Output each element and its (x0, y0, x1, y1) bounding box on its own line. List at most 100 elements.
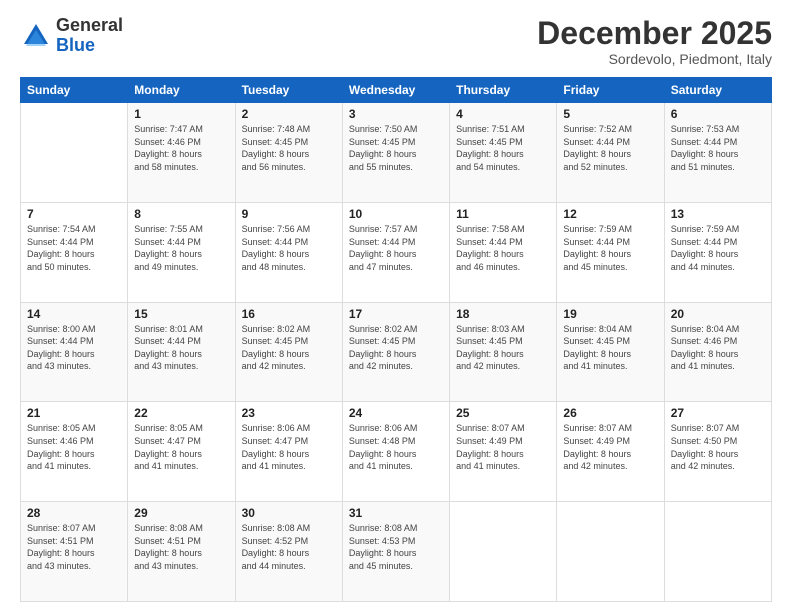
day-cell: 5 Sunrise: 7:52 AMSunset: 4:44 PMDaylight… (557, 103, 664, 203)
day-cell: 20Sunrise: 8:04 AMSunset: 4:46 PMDayligh… (664, 302, 771, 402)
day-cell (664, 502, 771, 602)
day-number: 12 (563, 207, 657, 221)
day-cell: 23Sunrise: 8:06 AMSunset: 4:47 PMDayligh… (235, 402, 342, 502)
calendar-header: Sunday Monday Tuesday Wednesday Thursday… (21, 78, 772, 103)
day-cell: 18 Sunrise: 8:03 AMSunset: 4:45 PMDayligh… (450, 302, 557, 402)
day-detail: Sunrise: 7:59 AMSunset: 4:44 PMDaylight:… (563, 223, 657, 273)
day-detail: Sunrise: 7:47 AMSunset: 4:46 PMDaylight:… (134, 123, 228, 173)
week-row-1: 1 Sunrise: 7:47 AMSunset: 4:46 PMDaylight… (21, 103, 772, 203)
day-detail: Sunrise: 7:53 AMSunset: 4:44 PMDaylight:… (671, 123, 765, 173)
day-cell: 7Sunrise: 7:54 AMSunset: 4:44 PMDaylight… (21, 202, 128, 302)
col-saturday: Saturday (664, 78, 771, 103)
day-detail: Sunrise: 8:01 AMSunset: 4:44 PMDaylight:… (134, 323, 228, 373)
col-sunday: Sunday (21, 78, 128, 103)
col-friday: Friday (557, 78, 664, 103)
logo-general-text: General (56, 16, 123, 36)
day-detail: Sunrise: 8:05 AMSunset: 4:47 PMDaylight:… (134, 422, 228, 472)
day-number: 14 (27, 307, 121, 321)
day-cell: 13 Sunrise: 7:59 AMSunset: 4:44 PMDayligh… (664, 202, 771, 302)
day-cell: 30Sunrise: 8:08 AMSunset: 4:52 PMDayligh… (235, 502, 342, 602)
day-detail: Sunrise: 8:06 AMSunset: 4:48 PMDaylight:… (349, 422, 443, 472)
logo-icon (20, 20, 52, 52)
day-detail: Sunrise: 8:00 AMSunset: 4:44 PMDaylight:… (27, 323, 121, 373)
day-detail: Sunrise: 8:07 AMSunset: 4:50 PMDaylight:… (671, 422, 765, 472)
day-number: 15 (134, 307, 228, 321)
day-detail: Sunrise: 8:04 AMSunset: 4:45 PMDaylight:… (563, 323, 657, 373)
day-number: 11 (456, 207, 550, 221)
day-number: 9 (242, 207, 336, 221)
day-cell: 22Sunrise: 8:05 AMSunset: 4:47 PMDayligh… (128, 402, 235, 502)
header-row: Sunday Monday Tuesday Wednesday Thursday… (21, 78, 772, 103)
day-detail: Sunrise: 8:05 AMSunset: 4:46 PMDaylight:… (27, 422, 121, 472)
day-cell: 8 Sunrise: 7:55 AMSunset: 4:44 PMDaylight… (128, 202, 235, 302)
day-cell: 27Sunrise: 8:07 AMSunset: 4:50 PMDayligh… (664, 402, 771, 502)
day-number: 31 (349, 506, 443, 520)
day-number: 3 (349, 107, 443, 121)
col-tuesday: Tuesday (235, 78, 342, 103)
day-cell: 28 Sunrise: 8:07 AMSunset: 4:51 PMDayligh… (21, 502, 128, 602)
day-number: 24 (349, 406, 443, 420)
day-cell: 21 Sunrise: 8:05 AMSunset: 4:46 PMDayligh… (21, 402, 128, 502)
day-detail: Sunrise: 8:02 AMSunset: 4:45 PMDaylight:… (242, 323, 336, 373)
day-number: 17 (349, 307, 443, 321)
day-detail: Sunrise: 8:03 AMSunset: 4:45 PMDaylight:… (456, 323, 550, 373)
day-detail: Sunrise: 8:07 AMSunset: 4:49 PMDaylight:… (456, 422, 550, 472)
day-detail: Sunrise: 7:57 AMSunset: 4:44 PMDaylight:… (349, 223, 443, 273)
week-row-5: 28 Sunrise: 8:07 AMSunset: 4:51 PMDayligh… (21, 502, 772, 602)
day-cell: 6 Sunrise: 7:53 AMSunset: 4:44 PMDaylight… (664, 103, 771, 203)
col-thursday: Thursday (450, 78, 557, 103)
day-detail: Sunrise: 8:08 AMSunset: 4:51 PMDaylight:… (134, 522, 228, 572)
day-cell: 11Sunrise: 7:58 AMSunset: 4:44 PMDayligh… (450, 202, 557, 302)
day-detail: Sunrise: 8:07 AMSunset: 4:51 PMDaylight:… (27, 522, 121, 572)
day-cell: 1 Sunrise: 7:47 AMSunset: 4:46 PMDaylight… (128, 103, 235, 203)
day-cell: 25 Sunrise: 8:07 AMSunset: 4:49 PMDayligh… (450, 402, 557, 502)
title-block: December 2025 Sordevolo, Piedmont, Italy (537, 16, 772, 67)
day-detail: Sunrise: 7:54 AMSunset: 4:44 PMDaylight:… (27, 223, 121, 273)
day-detail: Sunrise: 7:48 AMSunset: 4:45 PMDaylight:… (242, 123, 336, 173)
day-detail: Sunrise: 7:55 AMSunset: 4:44 PMDaylight:… (134, 223, 228, 273)
day-number: 16 (242, 307, 336, 321)
week-row-4: 21 Sunrise: 8:05 AMSunset: 4:46 PMDayligh… (21, 402, 772, 502)
day-cell: 12 Sunrise: 7:59 AMSunset: 4:44 PMDayligh… (557, 202, 664, 302)
day-number: 28 (27, 506, 121, 520)
day-detail: Sunrise: 8:07 AMSunset: 4:49 PMDaylight:… (563, 422, 657, 472)
day-cell: 4 Sunrise: 7:51 AMSunset: 4:45 PMDaylight… (450, 103, 557, 203)
calendar-table: Sunday Monday Tuesday Wednesday Thursday… (20, 77, 772, 602)
day-detail: Sunrise: 8:06 AMSunset: 4:47 PMDaylight:… (242, 422, 336, 472)
day-detail: Sunrise: 7:52 AMSunset: 4:44 PMDaylight:… (563, 123, 657, 173)
week-row-2: 7Sunrise: 7:54 AMSunset: 4:44 PMDaylight… (21, 202, 772, 302)
day-number: 8 (134, 207, 228, 221)
day-detail: Sunrise: 8:08 AMSunset: 4:52 PMDaylight:… (242, 522, 336, 572)
day-detail: Sunrise: 8:02 AMSunset: 4:45 PMDaylight:… (349, 323, 443, 373)
day-number: 4 (456, 107, 550, 121)
day-detail: Sunrise: 7:51 AMSunset: 4:45 PMDaylight:… (456, 123, 550, 173)
day-cell: 19Sunrise: 8:04 AMSunset: 4:45 PMDayligh… (557, 302, 664, 402)
day-cell: 17 Sunrise: 8:02 AMSunset: 4:45 PMDayligh… (342, 302, 449, 402)
day-cell (450, 502, 557, 602)
day-cell: 31 Sunrise: 8:08 AMSunset: 4:53 PMDayligh… (342, 502, 449, 602)
day-detail: Sunrise: 7:56 AMSunset: 4:44 PMDaylight:… (242, 223, 336, 273)
day-cell: 26 Sunrise: 8:07 AMSunset: 4:49 PMDayligh… (557, 402, 664, 502)
day-number: 18 (456, 307, 550, 321)
day-number: 13 (671, 207, 765, 221)
day-cell (557, 502, 664, 602)
day-detail: Sunrise: 7:59 AMSunset: 4:44 PMDaylight:… (671, 223, 765, 273)
day-number: 5 (563, 107, 657, 121)
page: General Blue December 2025 Sordevolo, Pi… (0, 0, 792, 612)
day-number: 25 (456, 406, 550, 420)
col-wednesday: Wednesday (342, 78, 449, 103)
day-cell: 24 Sunrise: 8:06 AMSunset: 4:48 PMDayligh… (342, 402, 449, 502)
day-cell: 16 Sunrise: 8:02 AMSunset: 4:45 PMDayligh… (235, 302, 342, 402)
day-number: 21 (27, 406, 121, 420)
day-number: 6 (671, 107, 765, 121)
day-number: 1 (134, 107, 228, 121)
day-number: 20 (671, 307, 765, 321)
day-detail: Sunrise: 7:50 AMSunset: 4:45 PMDaylight:… (349, 123, 443, 173)
day-cell: 14 Sunrise: 8:00 AMSunset: 4:44 PMDayligh… (21, 302, 128, 402)
day-cell (21, 103, 128, 203)
logo-blue-text: Blue (56, 36, 123, 56)
day-cell: 9 Sunrise: 7:56 AMSunset: 4:44 PMDaylight… (235, 202, 342, 302)
day-cell: 3 Sunrise: 7:50 AMSunset: 4:45 PMDaylight… (342, 103, 449, 203)
day-number: 26 (563, 406, 657, 420)
day-detail: Sunrise: 8:08 AMSunset: 4:53 PMDaylight:… (349, 522, 443, 572)
